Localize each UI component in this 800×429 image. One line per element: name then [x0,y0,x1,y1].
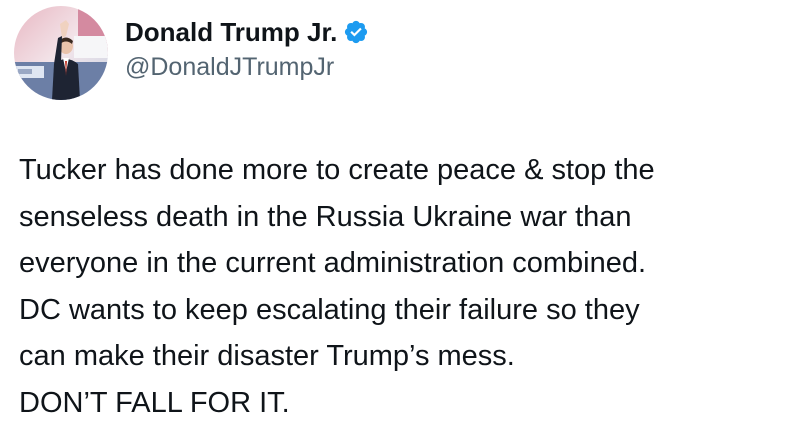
tweet-text: Tucker has done more to create peace & s… [19,147,794,426]
avatar-photo [14,6,108,100]
tweet-text-line: senseless death in the Russia Ukraine wa… [19,200,632,233]
tweet-text-line: everyone in the current administration c… [19,247,647,279]
name-row: Donald Trump Jr. [125,12,369,52]
author-names: Donald Trump Jr. @DonaldJTrumpJr [125,12,369,82]
tweet-card: Donald Trump Jr. @DonaldJTrumpJr Tucker … [0,0,800,429]
verified-badge-icon [343,19,369,45]
tweet-text-line: DON’T FALL FOR IT. [19,386,290,419]
tweet-text-line: Tucker has done more to create peace & s… [19,154,655,186]
author-handle[interactable]: @DonaldJTrumpJr [125,53,369,82]
author-display-name[interactable]: Donald Trump Jr. [125,17,337,48]
author-avatar[interactable] [14,6,108,100]
tweet-text-line: DC wants to keep escalating their failur… [19,293,640,326]
tweet-header: Donald Trump Jr. @DonaldJTrumpJr [14,6,369,100]
tweet-text-line: can make their disaster Trump’s mess. [19,340,515,372]
